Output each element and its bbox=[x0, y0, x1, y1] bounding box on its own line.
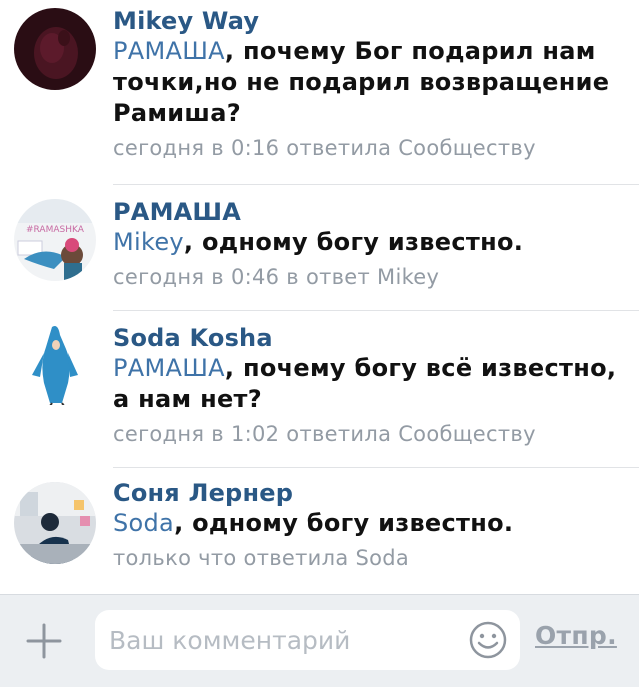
comments-feed: Mikey Way РАМАША, почему Бог подарил нам… bbox=[0, 0, 639, 594]
smile-icon[interactable] bbox=[468, 620, 508, 660]
comment-item: Соня Лернер Soda, одному богу известно. … bbox=[0, 468, 639, 594]
office-photo-avatar[interactable] bbox=[14, 482, 96, 564]
plus-icon[interactable] bbox=[22, 619, 66, 663]
comment-author[interactable]: Mikey Way bbox=[113, 6, 629, 36]
comment-text: Soda, одному богу известно. bbox=[113, 508, 629, 539]
reply-mention[interactable]: РАМАША bbox=[113, 37, 225, 65]
comment-item: Soda Kosha РАМАША, почему богу всё извес… bbox=[0, 311, 639, 467]
comment-author[interactable]: Соня Лернер bbox=[113, 478, 629, 508]
comment-input[interactable] bbox=[109, 620, 449, 660]
comment-author[interactable]: РАМАША bbox=[113, 197, 629, 227]
comment-meta[interactable]: сегодня в 0:16 ответила Сообществу bbox=[113, 134, 629, 162]
dark-portrait-avatar[interactable] bbox=[14, 8, 96, 90]
collage-avatar[interactable]: #RAMASHKA bbox=[14, 199, 96, 281]
comment-text: РАМАША, почему богу всё известно, а нам … bbox=[113, 353, 629, 415]
reply-mention[interactable]: РАМАША bbox=[113, 354, 225, 382]
comment-text: Mikey, одному богу известно. bbox=[113, 227, 629, 258]
comment-meta[interactable]: сегодня в 0:46 в ответ Mikey bbox=[113, 263, 629, 291]
comment-item: Mikey Way РАМАША, почему Бог подарил нам… bbox=[0, 0, 639, 184]
reply-mention[interactable]: Soda bbox=[113, 509, 174, 537]
comment-text: РАМАША, почему Бог подарил нам точки,но … bbox=[113, 36, 629, 129]
send-button[interactable]: Отпр. bbox=[535, 621, 617, 650]
dolphin-costume-avatar[interactable] bbox=[14, 323, 96, 405]
comment-item: #RAMASHKA РАМАША Mikey, одному богу изве… bbox=[0, 185, 639, 310]
reply-mention[interactable]: Mikey bbox=[113, 228, 184, 256]
comment-author[interactable]: Soda Kosha bbox=[113, 323, 629, 353]
comment-message: , одному богу известно. bbox=[183, 228, 524, 256]
comment-input-box[interactable] bbox=[95, 610, 520, 670]
comment-meta[interactable]: сегодня в 1:02 ответила Сообществу bbox=[113, 420, 629, 448]
avatar-text: #RAMASHKA bbox=[26, 225, 85, 235]
comment-meta[interactable]: только что ответила Soda bbox=[113, 544, 629, 572]
comment-message: , одному богу известно. bbox=[174, 509, 514, 537]
